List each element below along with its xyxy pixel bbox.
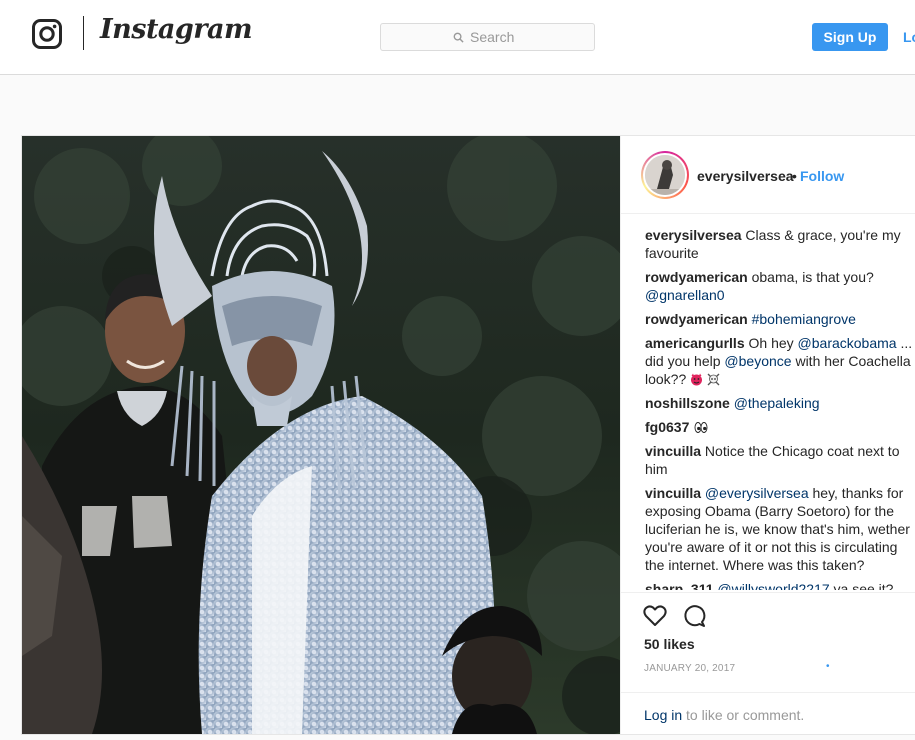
comments-list[interactable]: everysilversea Class & grace, you're my … <box>645 226 913 590</box>
comment-item: vincuilla Notice the Chicago coat next t… <box>645 442 913 478</box>
comment-mention-link[interactable]: #bohemiangrove <box>752 311 856 327</box>
heart-icon[interactable] <box>642 603 668 629</box>
comment-username[interactable]: fg0637 <box>645 419 689 435</box>
comment-item: fg0637 <box>645 418 913 436</box>
skull-crossbones-icon <box>707 371 720 387</box>
search-input[interactable] <box>470 29 522 45</box>
search-icon <box>453 32 464 43</box>
post-date[interactable]: JANUARY 20, 2017 <box>644 663 735 674</box>
comment-item: noshillszone @thepaleking <box>645 394 913 412</box>
comment-item: sharp_311 @willysworld2217 ya see it? <box>645 580 913 590</box>
top-navigation-bar: Instagram Sign Up Log In <box>0 0 915 75</box>
comment-mention-link[interactable]: @thepaleking <box>734 395 820 411</box>
comment-text: Oh hey <box>744 335 798 351</box>
comment-username[interactable]: everysilversea <box>645 227 742 243</box>
post-photo[interactable] <box>22 136 620 734</box>
comment-username[interactable]: vincuilla <box>645 443 701 459</box>
comment-item: rowdyamerican obama, is that you? @gnare… <box>645 268 913 304</box>
follow-button[interactable]: Follow <box>800 168 844 184</box>
comment-mention-link[interactable]: @barackobama <box>798 335 897 351</box>
date-dot: • <box>826 661 830 672</box>
comment-mention-link[interactable]: @gnarellan0 <box>645 287 725 303</box>
avatar-image <box>645 155 685 195</box>
comment-username[interactable]: vincuilla <box>645 485 701 501</box>
comment-mention-link[interactable]: @beyonce <box>724 353 791 369</box>
log-in-link[interactable]: Log In <box>903 29 915 45</box>
post-card: everysilversea • Follow everysilversea C… <box>21 135 915 735</box>
comment-mention-link[interactable]: @everysilversea <box>705 485 809 501</box>
likes-count[interactable]: 50 likes <box>644 636 695 652</box>
comment-username[interactable]: rowdyamerican <box>645 311 748 327</box>
comment-username[interactable]: americangurlls <box>645 335 745 351</box>
comment-username[interactable]: noshillszone <box>645 395 730 411</box>
comment-text: ya see it? <box>829 581 894 590</box>
comment-username[interactable]: rowdyamerican <box>645 269 748 285</box>
comment-text: obama, is that you? <box>747 269 874 285</box>
eyes-icon <box>693 419 709 435</box>
search-box[interactable] <box>380 23 595 51</box>
post-actions: 50 likes JANUARY 20, 2017 • Log in to li… <box>621 592 915 734</box>
post-header: everysilversea • Follow <box>621 136 915 214</box>
login-suffix: to like or comment. <box>682 707 805 723</box>
sign-up-button[interactable]: Sign Up <box>812 23 888 51</box>
comment-item: rowdyamerican #bohemiangrove <box>645 310 913 328</box>
post-sidebar: everysilversea • Follow everysilversea C… <box>620 136 915 734</box>
comment-username[interactable]: sharp_311 <box>645 581 714 590</box>
login-link[interactable]: Log in <box>644 707 682 723</box>
comment-item: everysilversea Class & grace, you're my … <box>645 226 913 262</box>
post-author-username[interactable]: everysilversea <box>697 168 794 184</box>
instagram-wordmark[interactable]: Instagram <box>100 14 253 45</box>
comment-item: americangurlls Oh hey @barackobama ... d… <box>645 334 913 388</box>
separator-dot: • <box>792 168 797 184</box>
comment-item: vincuilla @everysilversea hey, thanks fo… <box>645 484 913 574</box>
login-to-comment: Log in to like or comment. <box>621 692 915 735</box>
devil-face-icon <box>690 371 703 387</box>
instagram-glyph-icon[interactable] <box>32 19 62 49</box>
comment-icon[interactable] <box>681 603 707 629</box>
avatar[interactable] <box>641 151 689 199</box>
comment-mention-link[interactable]: @willysworld2217 <box>717 581 829 590</box>
header-divider <box>83 16 84 50</box>
post-photo-image <box>22 136 620 734</box>
